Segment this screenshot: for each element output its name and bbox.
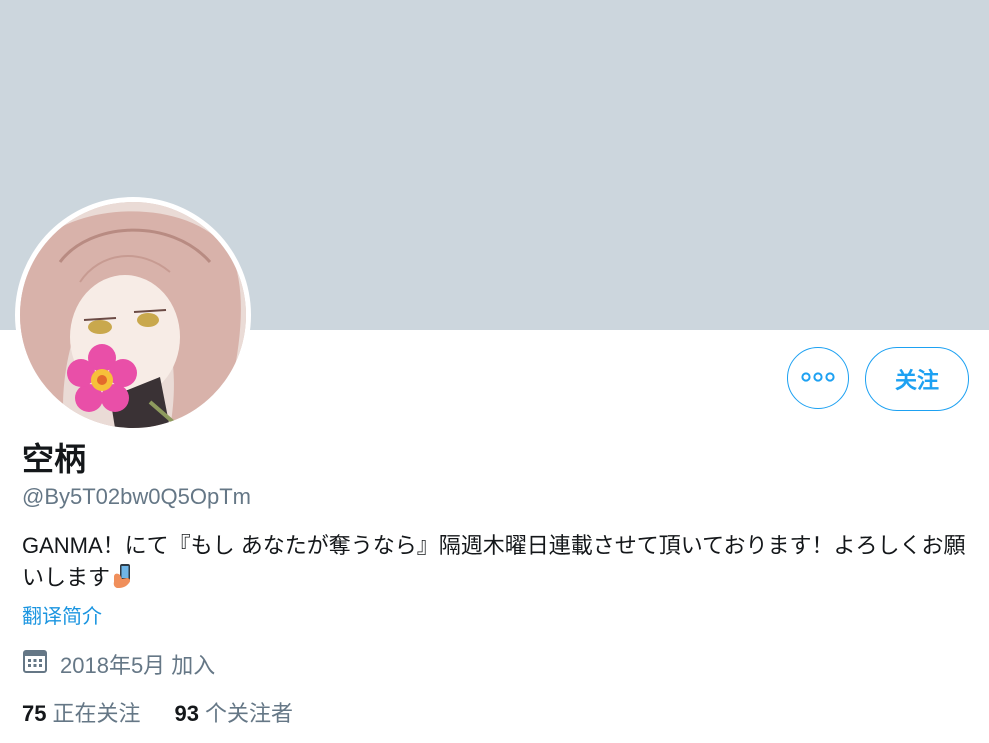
phone-emoji-icon [112, 563, 134, 598]
profile-name: 空柄 [22, 441, 87, 477]
following-count: 75 [22, 701, 47, 726]
more-dots-icon [801, 369, 835, 387]
followers-link[interactable]: 93 个关注者 [175, 698, 294, 730]
joined-date: 2018年5月 加入 [22, 648, 215, 683]
profile-page: 关注 空柄 @By5T02bw0Q5OpTm GANMA！にて『もし あなたが奪… [0, 0, 989, 743]
profile-bio: GANMA！にて『もし あなたが奪うなら』隔週木曜日連載させて頂いております！よ… [22, 530, 972, 598]
more-button[interactable] [787, 347, 849, 409]
following-label: 正在关注 [52, 701, 141, 726]
bio-text: GANMA！にて『もし あなたが奪うなら』隔週木曜日連載させて頂いております！よ… [22, 533, 966, 590]
avatar[interactable] [20, 202, 246, 428]
followers-count: 93 [174, 701, 199, 726]
avatar-frame [15, 197, 251, 433]
translate-bio-link[interactable]: 翻译简介 [22, 603, 102, 631]
following-link[interactable]: 75 正在关注 [22, 698, 141, 730]
profile-stats: 75 正在关注 93 个关注者 [22, 698, 293, 730]
follow-button[interactable]: 关注 [865, 347, 969, 411]
followers-label: 个关注者 [204, 701, 293, 726]
avatar-illustration [20, 202, 246, 428]
joined-text: 2018年5月 加入 [60, 652, 216, 678]
profile-actions: 关注 [787, 347, 969, 411]
calendar-icon [22, 648, 48, 683]
profile-handle: @By5T02bw0Q5OpTm [22, 484, 251, 509]
